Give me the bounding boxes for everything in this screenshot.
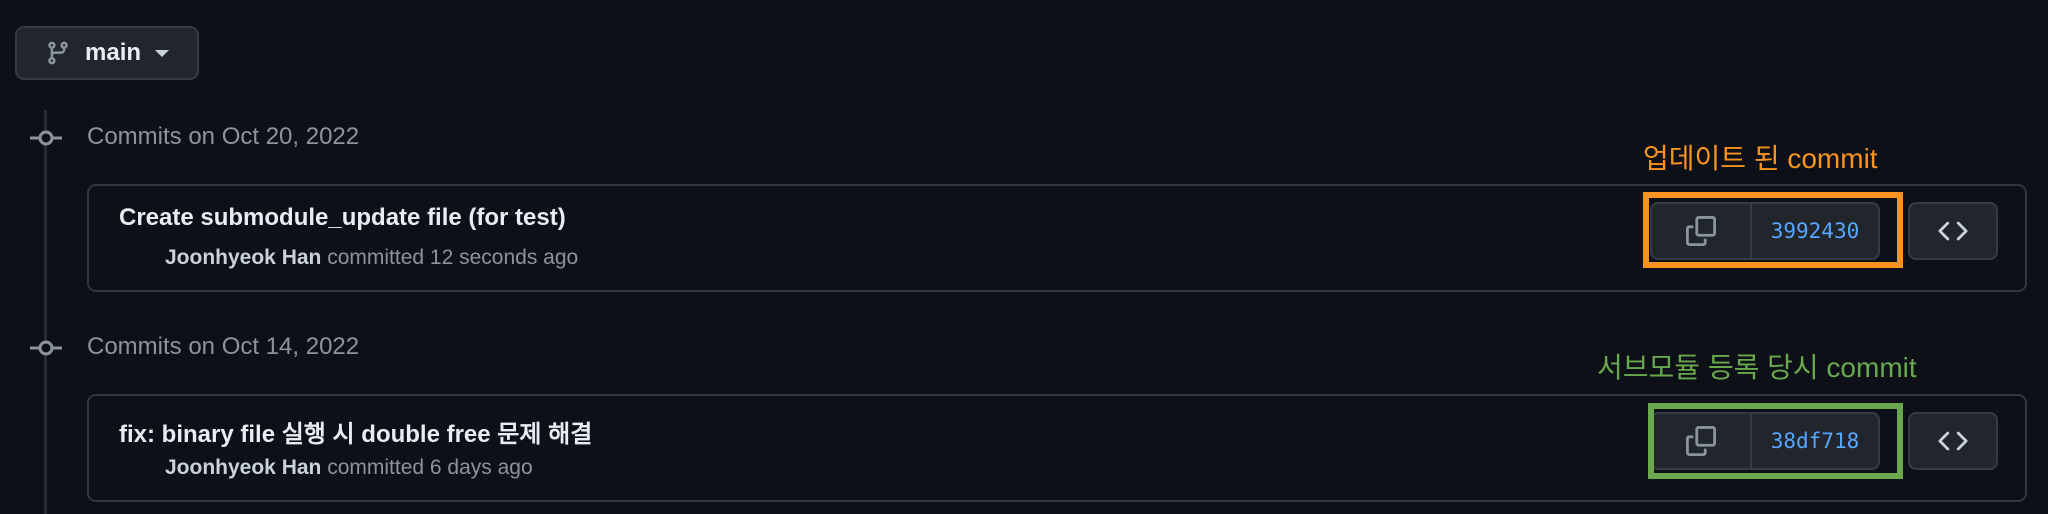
code-icon: [1938, 431, 1968, 451]
chevron-down-icon: [155, 49, 170, 57]
timeline-line: [44, 110, 47, 514]
commit-action: committed: [327, 246, 425, 269]
commit-history-page: main Commits on Oct 20, 2022 Create subm…: [0, 0, 2048, 514]
commit-sha-button-group: 38df718: [1650, 412, 1880, 470]
commit-time: 6 days ago: [429, 456, 533, 479]
commit-meta: Joonhyeok Han committed 12 seconds ago: [165, 246, 578, 270]
annotation-label-orange: 업데이트 된 commit: [1643, 143, 1878, 174]
branch-selector-button[interactable]: main: [15, 26, 199, 80]
copy-icon: [1686, 426, 1716, 456]
commits-date-heading: Commits on Oct 14, 2022: [87, 333, 360, 360]
commits-date-heading: Commits on Oct 20, 2022: [87, 123, 360, 150]
browse-repository-button[interactable]: [1908, 202, 1998, 260]
git-commit-icon: [30, 128, 62, 148]
commit-sha-link[interactable]: 38df718: [1752, 414, 1878, 468]
git-branch-icon: [45, 38, 71, 68]
commit-author-link[interactable]: Joonhyeok Han: [165, 456, 321, 479]
commit-sha-button-group: 3992430: [1650, 202, 1880, 260]
commit-author-link[interactable]: Joonhyeok Han: [165, 246, 321, 269]
branch-label: main: [85, 39, 142, 66]
annotation-label-green: 서브모듈 등록 당시 commit: [1597, 352, 1917, 383]
git-commit-icon: [30, 338, 62, 358]
copy-icon: [1686, 216, 1716, 246]
commit-sha-link[interactable]: 3992430: [1752, 204, 1878, 258]
commit-action: committed: [327, 456, 425, 479]
copy-sha-button[interactable]: [1652, 204, 1752, 258]
code-icon: [1938, 221, 1968, 241]
browse-repository-button[interactable]: [1908, 412, 1998, 470]
copy-sha-button[interactable]: [1652, 414, 1752, 468]
commit-time: 12 seconds ago: [429, 246, 579, 269]
commit-meta: Joonhyeok Han committed 6 days ago: [165, 456, 533, 480]
commit-title-link[interactable]: fix: binary file 실행 시 double free 문제 해결: [119, 414, 592, 449]
commit-title-link[interactable]: Create submodule_update file (for test): [119, 204, 566, 232]
